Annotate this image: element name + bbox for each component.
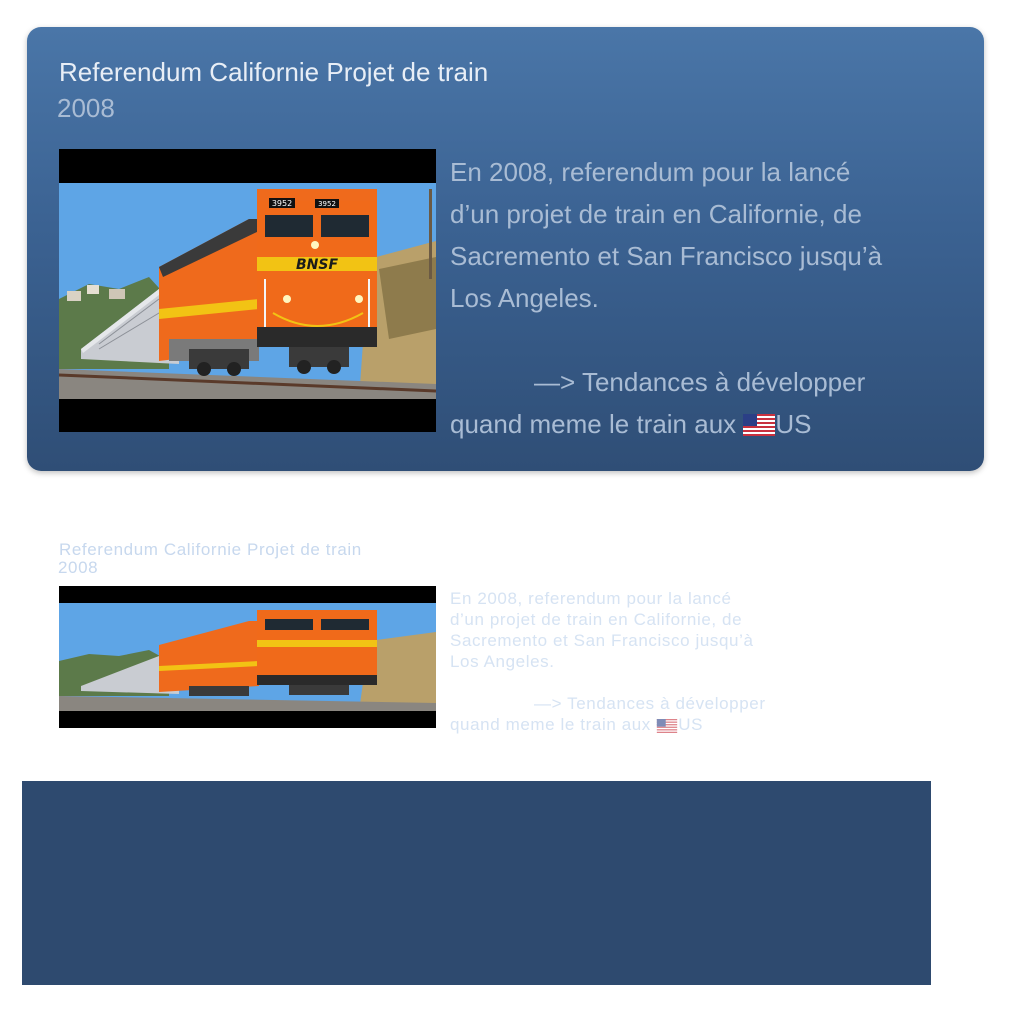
reflection-body-text: En 2008, referendum pour la lancé d’un p…: [450, 588, 970, 735]
train-photo: 3952 3952 BNSF: [59, 149, 436, 432]
last-line: quand meme le train aux US: [450, 403, 970, 445]
svg-text:BNSF: BNSF: [296, 257, 338, 273]
reflection-arrow-line: —> Tendances à développer: [534, 694, 766, 713]
reflection-title: Referendum Californie Projet de train: [59, 540, 362, 559]
arrow-line: —> Tendances à développer: [534, 367, 866, 397]
page: Referendum Californie Projet de train 20…: [0, 0, 1024, 1024]
last-line-suffix: US: [775, 409, 812, 439]
svg-text:3952: 3952: [272, 199, 292, 208]
reflection-body-line: d’un projet de train en Californie, de: [450, 610, 743, 629]
last-line-prefix: quand meme le train aux: [450, 409, 744, 439]
reflection-body-line: Sacremento et San Francisco jusqu’à: [450, 631, 754, 650]
reflection-last-line-suffix: US: [678, 715, 704, 734]
reflection-body-line: En 2008, referendum pour la lancé: [450, 589, 732, 608]
slide-reflection: Referendum Californie Projet de train 20…: [27, 520, 984, 750]
card-title: Referendum Californie Projet de train: [59, 57, 489, 87]
reflection-last-line: quand meme le train aux US: [450, 714, 970, 735]
card-year: 2008: [57, 93, 115, 123]
us-flag-icon: [743, 414, 776, 436]
card-body-text: En 2008, referendum pour la lancé d’un p…: [450, 151, 970, 445]
us-flag-icon: [657, 719, 678, 733]
body-line: Sacremento et San Francisco jusqu’à: [450, 241, 883, 271]
body-line: d’un projet de train en Californie, de: [450, 199, 862, 229]
body-line: En 2008, referendum pour la lancé: [450, 157, 851, 187]
reflection-body-line: Los Angeles.: [450, 652, 555, 671]
svg-text:3952: 3952: [318, 200, 336, 208]
slide-card: Referendum Californie Projet de train 20…: [27, 27, 984, 471]
reflection-train-photo: [59, 586, 436, 728]
body-line: Los Angeles.: [450, 283, 599, 313]
reflection-year: 2008: [58, 558, 99, 577]
reflection-last-line-prefix: quand meme le train aux: [450, 715, 657, 734]
bottom-color-block: [22, 781, 931, 985]
